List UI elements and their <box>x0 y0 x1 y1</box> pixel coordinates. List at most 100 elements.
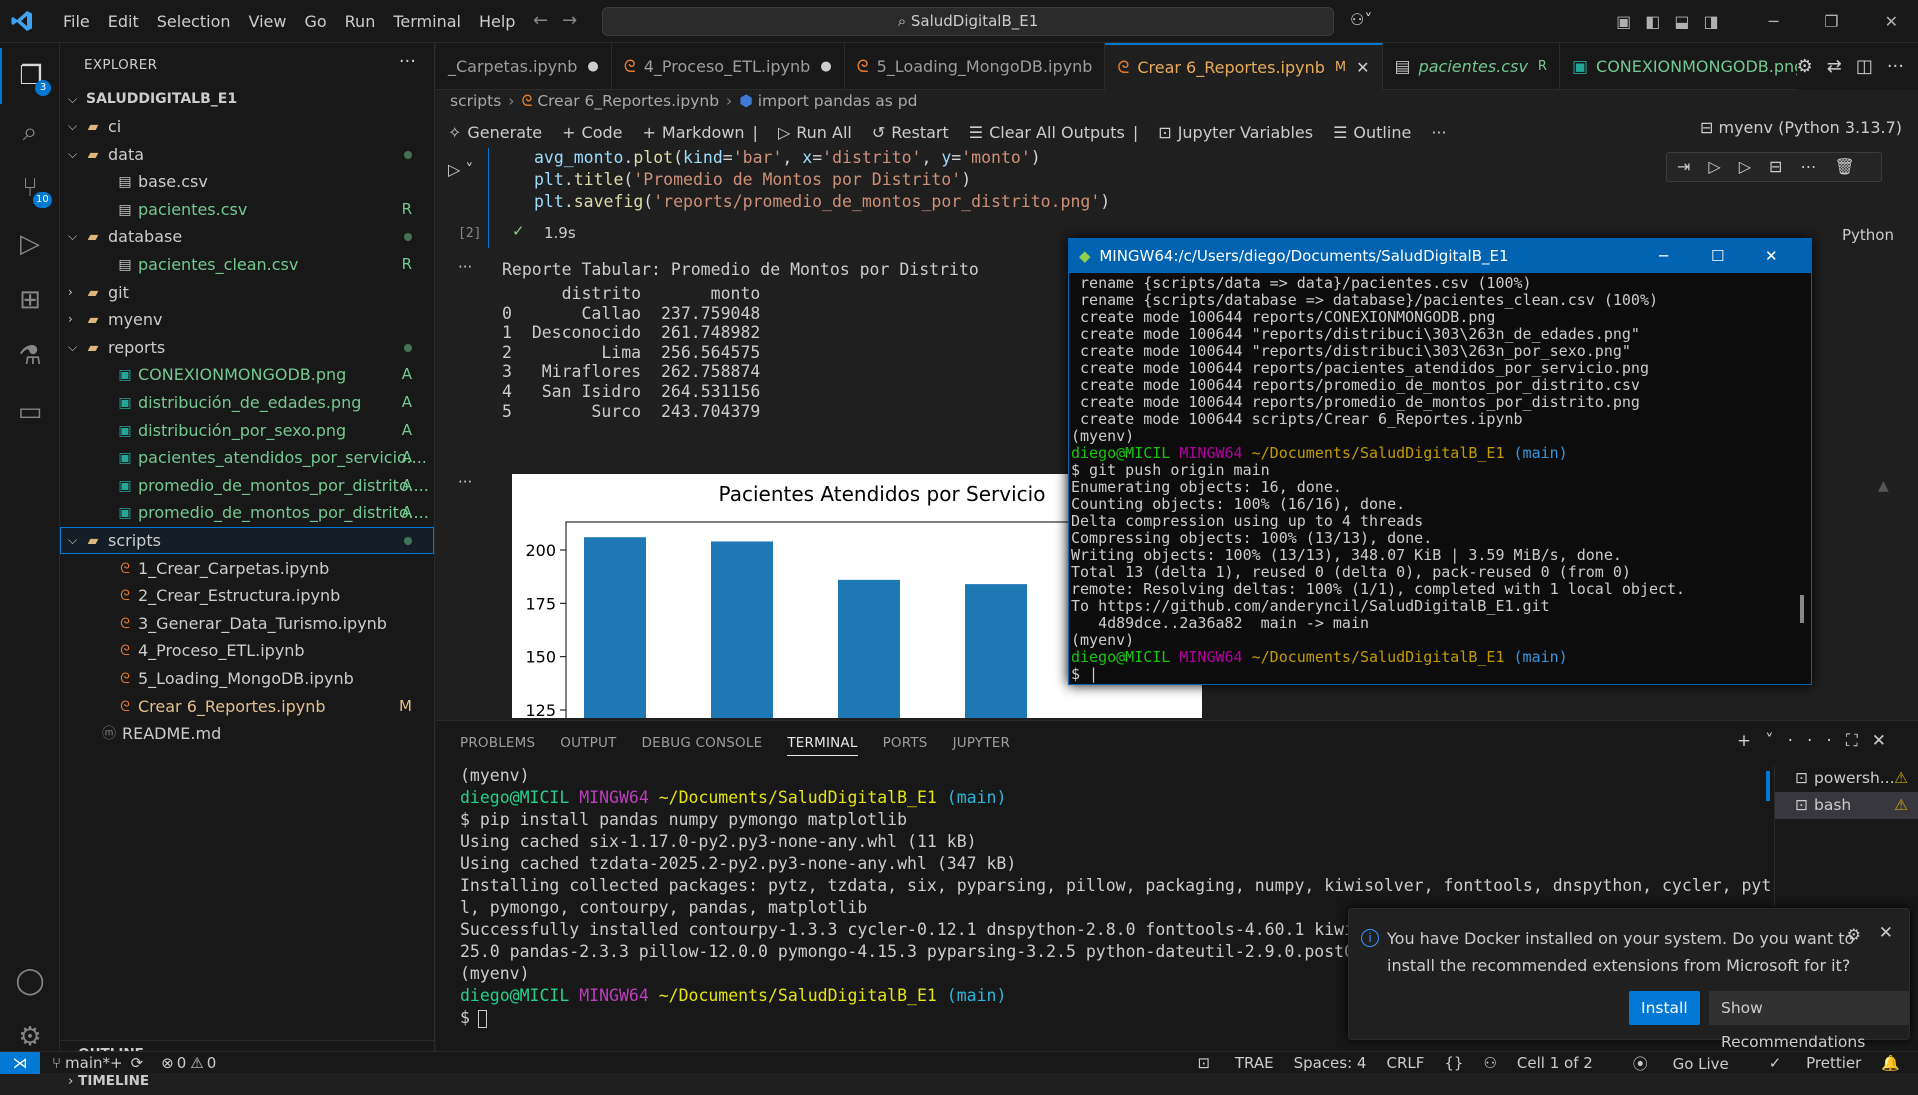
tree-item[interactable]: ᘓ 5_Loading_MongoDB.ipynb <box>60 665 434 692</box>
tree-item[interactable]: ⌵ ▰ data <box>60 141 434 168</box>
scrollbar-thumb[interactable] <box>1800 595 1804 623</box>
settings-gear-icon[interactable]: ⚙ <box>1797 56 1813 77</box>
branch-label[interactable]: main*+ <box>65 1054 123 1072</box>
generate-button[interactable]: ✧ Generate <box>448 123 542 142</box>
source-control-icon[interactable]: ⑂ 10 <box>0 160 60 216</box>
breadcrumb-item[interactable]: Crear 6_Reportes.ipynb <box>537 92 719 110</box>
toggle-secondary-sidebar-icon[interactable]: ◨ <box>1703 12 1718 31</box>
panel-tab-problems[interactable]: PROBLEMS <box>460 735 535 756</box>
code-line[interactable]: plt.title('Promedio de Montos por Distri… <box>534 170 971 189</box>
output-more-icon[interactable]: ··· <box>458 258 472 276</box>
compare-icon[interactable]: ⇄ <box>1827 56 1842 77</box>
tree-item[interactable]: ▣ CONEXIONMONGODB.png A <box>60 361 434 388</box>
tree-item[interactable]: ᘓ 2_Crear_Estructura.ipynb <box>60 582 434 609</box>
more-icon[interactable]: ··· <box>1788 731 1846 751</box>
prettier-item[interactable]: ✓ Prettier <box>1749 1054 1862 1072</box>
tree-item[interactable]: ⌵ ▰ database <box>60 223 434 250</box>
remote-indicator-icon[interactable]: ⋊ <box>0 1052 40 1074</box>
copilot-icon[interactable]: ⚇˅ <box>1350 10 1372 29</box>
editor-tab[interactable]: ᘓ 5_Loading_MongoDB.ipynb <box>845 43 1106 90</box>
terminal-list-item[interactable]: ⊡ powersh... ⚠ <box>1775 765 1918 792</box>
run-above-icon[interactable]: ⇥ <box>1677 157 1708 176</box>
menu-terminal[interactable]: Terminal <box>384 12 470 31</box>
tree-item[interactable]: ▣ promedio_de_montos_por_distrito.... A <box>60 499 434 526</box>
toggle-sidebar-icon[interactable]: ◧ <box>1645 12 1660 31</box>
menu-help[interactable]: Help <box>470 12 524 31</box>
terminal-list-item[interactable]: ⊡ bash ⚠ <box>1775 792 1918 819</box>
more-icon[interactable]: ⋯ <box>1800 157 1834 176</box>
menu-selection[interactable]: Selection <box>148 12 240 31</box>
panel-tab-jupyter[interactable]: JUPYTER <box>953 735 1011 756</box>
copilot-status-icon[interactable]: ⚇ <box>1483 1054 1496 1072</box>
settings-gear-icon[interactable]: ⚙ <box>1847 925 1861 944</box>
close-icon[interactable]: ✕ <box>1765 239 1778 273</box>
tree-item[interactable]: ▤ base.csv <box>60 168 434 195</box>
tree-item[interactable]: ▣ promedio_de_montos_por_distrito.... A <box>60 472 434 499</box>
panel-tab-terminal[interactable]: TERMINAL <box>787 735 858 756</box>
notifications-bell-icon[interactable]: 🔔 <box>1881 1054 1900 1072</box>
panel-tab-debug-console[interactable]: DEBUG CONSOLE <box>642 735 763 756</box>
layout-customize-icon[interactable]: ▣ <box>1616 12 1631 31</box>
add-markdown-button[interactable]: + Markdown <box>643 123 745 142</box>
close-window-icon[interactable]: ✕ <box>1885 12 1898 31</box>
run-cell-icon[interactable]: ▷ ˅ <box>448 160 478 184</box>
split-cell-icon[interactable]: ⊟ <box>1769 157 1800 176</box>
show-recommendations-button[interactable]: Show Recommendations <box>1709 991 1909 1051</box>
close-icon[interactable]: ✕ <box>1879 923 1893 943</box>
sync-icon[interactable]: ⟳ <box>131 1054 144 1072</box>
menu-edit[interactable]: Edit <box>99 12 148 31</box>
jupyter-variables-button[interactable]: ⊡ Jupyter Variables <box>1158 123 1313 142</box>
tree-item[interactable]: › ▰ git <box>60 279 434 306</box>
run-all-button[interactable]: ▷ Run All <box>778 123 852 142</box>
split-editor-icon[interactable]: ◫ <box>1856 56 1873 77</box>
indentation[interactable]: Spaces: 4 <box>1294 1054 1367 1072</box>
editor-tab[interactable]: ᘓ 4_Proceso_ETL.ipynb ● <box>612 43 845 90</box>
output-more-icon[interactable]: ··· <box>458 473 472 491</box>
maximize-icon[interactable]: ☐ <box>1711 239 1724 273</box>
code-line[interactable]: avg_monto.plot(kind='bar', x='distrito',… <box>534 148 1041 167</box>
maximize-panel-icon[interactable]: ⛶ <box>1846 731 1872 751</box>
breadcrumb-item[interactable]: import pandas as pd <box>758 92 918 110</box>
menu-go[interactable]: Go <box>295 12 335 31</box>
extensions-icon[interactable]: ⊞ <box>0 272 60 328</box>
explorer-icon[interactable]: ❐ 3 <box>0 48 60 104</box>
tree-item[interactable]: ⌵ ▰ reports <box>60 334 434 361</box>
more-actions-icon[interactable]: ··· <box>1431 123 1446 142</box>
tree-item[interactable]: ᘓ 1_Crear_Carpetas.ipynb <box>60 555 434 582</box>
trae-item[interactable]: ⊡ TRAE <box>1178 1054 1274 1072</box>
testing-icon[interactable]: ⚗ <box>0 328 60 384</box>
workspace-root[interactable]: ⌵ SALUDDIGITALB_E1 <box>60 86 434 113</box>
minimize-icon[interactable]: ─ <box>1769 12 1779 31</box>
tree-item[interactable]: ⌵ ▰ ci <box>60 113 434 140</box>
editor-tab[interactable]: ᘓ Crear 6_Reportes.ipynb M ✕ <box>1105 43 1383 90</box>
warning-count[interactable]: 0 <box>207 1054 217 1072</box>
kernel-picker[interactable]: ⊟ myenv (Python 3.13.7) <box>1700 118 1902 137</box>
panel-tab-ports[interactable]: PORTS <box>883 735 928 756</box>
search-view-icon[interactable]: ⌕ <box>0 104 60 160</box>
tree-item[interactable]: ▣ distribución_por_sexo.png A <box>60 417 434 444</box>
editor-tab[interactable]: _Carpetas.ipynb ● <box>436 43 612 90</box>
clear-outputs-button[interactable]: ☰ Clear All Outputs <box>969 123 1125 142</box>
tree-item[interactable]: ▤ pacientes_clean.csv R <box>60 251 434 278</box>
tree-item[interactable]: ⌵ ▰ scripts <box>60 527 434 554</box>
close-panel-icon[interactable]: ✕ <box>1872 731 1900 751</box>
tree-item[interactable]: ▤ pacientes.csv R <box>60 196 434 223</box>
menu-file[interactable]: File <box>54 12 99 31</box>
line-endings[interactable]: CRLF <box>1386 1054 1424 1072</box>
menu-run[interactable]: Run <box>336 12 385 31</box>
error-count[interactable]: 0 <box>177 1054 187 1072</box>
command-center-search[interactable]: ⌕ SaludDigitalB_E1 <box>602 7 1334 36</box>
tree-item[interactable]: ᘓ 3_Generar_Data_Turismo.ipynb <box>60 610 434 637</box>
more-actions-icon[interactable]: ··· <box>399 51 416 72</box>
code-line[interactable]: plt.savefig('reports/promedio_de_montos_… <box>534 192 1110 211</box>
run-debug-icon[interactable]: ▷ <box>0 216 60 272</box>
restart-button[interactable]: ↺ Restart <box>872 123 949 142</box>
tree-item[interactable]: › ▰ myenv <box>60 306 434 333</box>
delete-cell-icon[interactable]: 🗑 <box>1834 157 1872 176</box>
language-mode[interactable]: {} <box>1444 1054 1463 1072</box>
remote-explorer-icon[interactable]: ▭ <box>0 384 60 440</box>
restore-icon[interactable]: ❐ <box>1824 12 1838 31</box>
cell-language[interactable]: Python <box>1842 226 1894 244</box>
breadcrumb-item[interactable]: scripts <box>450 92 501 110</box>
toggle-panel-icon[interactable]: ⬓ <box>1674 12 1689 31</box>
